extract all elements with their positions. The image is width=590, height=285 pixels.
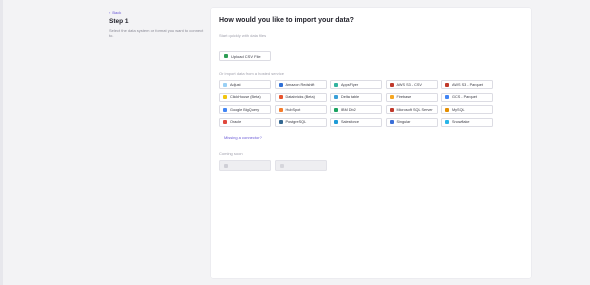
csv-file-icon <box>224 54 228 58</box>
connector-mysql[interactable]: MySQL <box>441 105 493 114</box>
gcs-icon <box>445 95 449 99</box>
connector-label: Amazon Redshift <box>285 82 315 87</box>
connector-label: Microsoft SQL Server <box>396 107 433 112</box>
step-description: Select the data system or format you wan… <box>109 28 204 38</box>
connector-label: Oracle <box>230 120 242 124</box>
connector-label: ClickHouse (Beta) <box>230 95 261 99</box>
clickhouse-icon <box>223 95 227 99</box>
bigquery-icon <box>223 107 227 112</box>
connector-label: Google BigQuery <box>230 107 260 112</box>
delta-icon <box>334 95 338 99</box>
connector-mssql[interactable]: Microsoft SQL Server <box>385 105 438 114</box>
connector-ibm-db2[interactable]: IBM Db2 <box>330 105 382 114</box>
connector-delta-table[interactable]: Delta table <box>330 92 382 102</box>
db2-icon <box>334 107 338 112</box>
connector-label: Adjust <box>230 82 241 87</box>
connector-label: Salesforce <box>341 120 359 124</box>
connector-label: Snowflake <box>452 120 470 124</box>
coming-soon-label: Coming soon <box>219 151 243 156</box>
connector-label: GCS - Parquet <box>452 95 477 99</box>
connector-salesforce[interactable]: Salesforce <box>330 117 382 127</box>
hubspot-icon <box>278 107 283 112</box>
connector-appsflyer[interactable]: AppsFlyer <box>330 80 382 89</box>
connector-grid: Adjust Amazon Redshift AppsFlyer AWS S3 … <box>219 80 493 127</box>
connector-postgresql[interactable]: PostgreSQL <box>274 117 327 127</box>
upload-csv-label: Upload CSV File <box>231 53 261 59</box>
left-rail <box>0 0 3 285</box>
oracle-icon <box>223 120 227 124</box>
chevron-left-icon: ‹ <box>109 10 111 15</box>
salesforce-icon <box>334 120 338 124</box>
connector-label: IBM Db2 <box>341 107 356 112</box>
appsflyer-icon <box>334 82 338 87</box>
back-label: Back <box>112 10 122 15</box>
hosted-service-label: Or import data from a hosted service <box>219 71 284 76</box>
connector-icon <box>280 163 284 168</box>
connector-label: Firebase <box>396 95 412 99</box>
connector-label: Databricks (Beta) <box>285 95 315 99</box>
connector-aws-s3-csv[interactable]: AWS S3 - CSV <box>385 80 438 89</box>
connector-label: AWS S3 - CSV <box>396 82 422 87</box>
connector-amazon-redshift[interactable]: Amazon Redshift <box>274 80 327 89</box>
connector-label: Delta table <box>341 95 360 99</box>
coming-soon-item <box>275 160 327 171</box>
connector-firebase[interactable]: Firebase <box>385 92 438 102</box>
page-title: How would you like to import your data? <box>219 17 354 24</box>
connector-google-bigquery[interactable]: Google BigQuery <box>219 105 271 114</box>
aws-s3-icon <box>445 82 449 87</box>
postgresql-icon <box>278 120 283 124</box>
sql-server-icon <box>389 107 394 112</box>
connector-label: Singular <box>396 120 411 124</box>
import-card: How would you like to import your data? … <box>211 8 531 278</box>
missing-connector-link[interactable]: Missing a connector? <box>224 135 262 140</box>
connector-label: AWS S3 - Parquet <box>452 82 483 87</box>
snowflake-icon <box>445 120 449 124</box>
connector-label: HubSpot <box>285 107 301 112</box>
connector-label: AppsFlyer <box>341 82 359 87</box>
connector-hubspot[interactable]: HubSpot <box>274 105 327 114</box>
aws-s3-icon <box>389 82 394 87</box>
singular-icon <box>389 120 394 124</box>
connector-icon <box>224 163 228 168</box>
connector-clickhouse[interactable]: ClickHouse (Beta) <box>219 92 271 102</box>
connector-label: MySQL <box>452 107 465 112</box>
quick-start-label: Start quickly with data files <box>219 33 267 38</box>
connector-gcs-parquet[interactable]: GCS - Parquet <box>441 92 493 102</box>
connector-adjust[interactable]: Adjust <box>219 80 271 89</box>
connector-label: PostgreSQL <box>285 120 307 124</box>
redshift-icon <box>278 82 283 87</box>
connector-singular[interactable]: Singular <box>385 117 438 127</box>
back-link[interactable]: ‹ Back <box>109 10 207 15</box>
connector-oracle[interactable]: Oracle <box>219 117 271 127</box>
connector-databricks[interactable]: Databricks (Beta) <box>274 92 327 102</box>
step-panel: ‹ Back Step 1 Select the data system or … <box>109 10 207 38</box>
adjust-icon <box>223 82 227 87</box>
coming-soon-item <box>219 160 271 171</box>
upload-csv-button[interactable]: Upload CSV File <box>219 51 271 61</box>
connector-snowflake[interactable]: Snowflake <box>441 117 493 127</box>
step-title: Step 1 <box>109 18 129 25</box>
mysql-icon <box>445 107 449 112</box>
connector-aws-s3-parquet[interactable]: AWS S3 - Parquet <box>441 80 493 89</box>
firebase-icon <box>389 95 394 99</box>
databricks-icon <box>278 95 283 99</box>
